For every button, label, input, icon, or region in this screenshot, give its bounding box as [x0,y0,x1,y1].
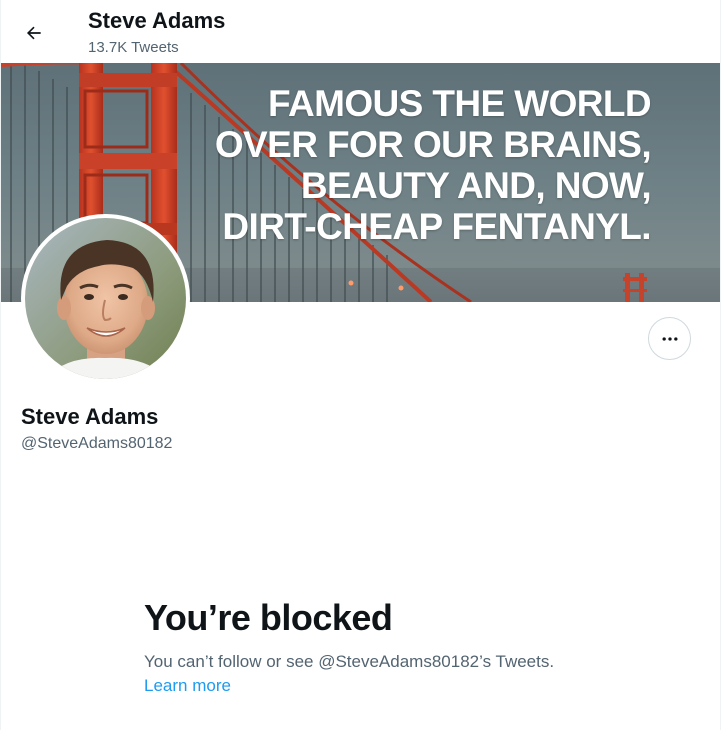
back-button[interactable] [17,16,51,50]
blocked-message: You can’t follow or see @SteveAdams80182… [144,650,564,698]
profile-header: Steve Adams 13.7K Tweets [1,0,720,63]
profile-name: Steve Adams [21,404,159,429]
header-tweet-count: 13.7K Tweets [88,39,179,56]
more-horizontal-icon [662,336,677,341]
more-button[interactable] [648,317,691,360]
banner-line: DIRT-CHEAP FENTANYL. [222,206,651,247]
avatar[interactable] [21,214,190,383]
learn-more-link[interactable]: Learn more [144,676,231,695]
banner-headline: FAMOUS THE WORLD OVER FOR OUR BRAINS, BE… [214,83,652,247]
profile-page: Steve Adams 13.7K Tweets FAMOUS THE WORL… [0,0,721,730]
avatar-photo [25,218,186,379]
banner-line: BEAUTY AND, NOW, [300,165,652,206]
profile-handle: @SteveAdams80182 [21,435,173,452]
blocked-title: You’re blocked [144,597,393,638]
arrow-left-icon [26,26,41,40]
banner-line: OVER FOR OUR BRAINS, [214,124,652,165]
blocked-message-text: You can’t follow or see @SteveAdams80182… [144,652,555,671]
banner-line: FAMOUS THE WORLD [268,83,652,124]
header-name: Steve Adams [88,8,226,33]
